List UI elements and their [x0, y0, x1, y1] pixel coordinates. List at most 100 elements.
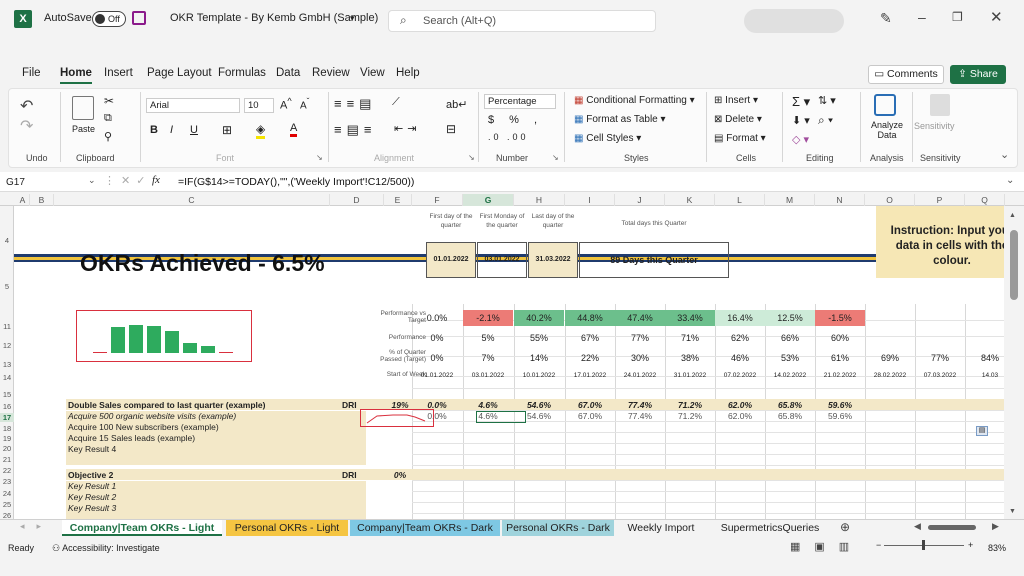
- comments-button[interactable]: ▭ Comments: [868, 65, 944, 84]
- zoom-level[interactable]: 83%: [988, 543, 1006, 553]
- kr1-value-cell[interactable]: 62.0%: [715, 410, 765, 422]
- menu-file[interactable]: File: [22, 67, 41, 79]
- objective2-label[interactable]: Objective 2: [68, 470, 113, 480]
- objective1-label[interactable]: Double Sales compared to last quarter (e…: [68, 400, 265, 410]
- fill-icon[interactable]: ⬇ ▾: [792, 114, 810, 127]
- tab-personal-light[interactable]: Personal OKRs - Light: [226, 520, 348, 536]
- horizontal-scroll-thumb[interactable]: [928, 525, 976, 530]
- cancel-enter-icons[interactable]: ⋮✕✓: [104, 174, 151, 187]
- insert-function-icon[interactable]: fx: [152, 174, 160, 186]
- start-week-cell[interactable]: 03.01.2022: [463, 370, 513, 382]
- autosum-icon[interactable]: Σ ▾: [792, 94, 810, 110]
- format-as-table-button[interactable]: ▦ Format as Table ▾: [574, 114, 666, 125]
- fill-color-icon[interactable]: ◈: [256, 122, 266, 139]
- pen-icon[interactable]: ✎: [880, 10, 892, 27]
- collapse-ribbon-icon[interactable]: ⌄: [1000, 148, 1009, 161]
- sensitivity-icon[interactable]: [930, 94, 950, 116]
- column-header-E[interactable]: E: [384, 194, 412, 206]
- tab-company-team-dark[interactable]: Company|Team OKRs - Dark: [350, 520, 500, 536]
- selected-cell-g17[interactable]: [476, 411, 526, 423]
- column-header-P[interactable]: P: [915, 194, 965, 206]
- merge-center-icon[interactable]: ⊟: [446, 122, 456, 136]
- expand-formula-icon[interactable]: ⌄: [1006, 175, 1014, 186]
- kr1-value-cell[interactable]: 65.8%: [765, 410, 815, 422]
- font-size-select[interactable]: 10: [244, 98, 274, 113]
- start-week-cell[interactable]: 07.02.2022: [715, 370, 765, 382]
- number-format-select[interactable]: Percentage: [484, 94, 556, 109]
- perf-vs-target-cell[interactable]: 0.0%: [412, 310, 462, 326]
- pct-quarter-cell[interactable]: 84%: [965, 352, 1004, 364]
- delete-cells-button[interactable]: ⊠ Delete ▾: [714, 114, 762, 125]
- start-week-cell[interactable]: 21.02.2022: [815, 370, 865, 382]
- autofill-options-icon[interactable]: ▤: [976, 426, 988, 436]
- zoom-slider-thumb[interactable]: [922, 540, 925, 550]
- kr3-label[interactable]: Acquire 15 Sales leads (example): [68, 433, 195, 443]
- row-header-20[interactable]: 20: [0, 444, 14, 453]
- sort-filter-icon[interactable]: ⇅ ▾: [818, 94, 836, 107]
- row-header-19[interactable]: 19: [0, 434, 14, 443]
- performance-cell[interactable]: 55%: [514, 332, 564, 344]
- zoom-in-icon[interactable]: +: [968, 540, 973, 550]
- kr1-value-cell[interactable]: 67.0%: [565, 410, 615, 422]
- formula-input[interactable]: =IF(G$14>=TODAY(),"",('Weekly Import'!C1…: [178, 174, 414, 191]
- tab-weekly-import[interactable]: Weekly Import: [618, 520, 704, 536]
- row-header-25[interactable]: 25: [0, 500, 14, 509]
- tab-company-team-light[interactable]: Company|Team OKRs - Light: [62, 520, 222, 536]
- start-week-cell[interactable]: 14.03: [965, 370, 1004, 382]
- name-box[interactable]: G17: [6, 174, 86, 191]
- start-week-cell[interactable]: 24.01.2022: [615, 370, 665, 382]
- column-header-D[interactable]: D: [330, 194, 384, 206]
- column-header-M[interactable]: M: [765, 194, 815, 206]
- autosave-toggle[interactable]: Off: [92, 11, 126, 27]
- kr1-value-cell[interactable]: 59.6%: [815, 410, 865, 422]
- font-name-select[interactable]: Arial: [146, 98, 240, 113]
- kr2-1-label[interactable]: Key Result 1: [68, 481, 116, 491]
- pct-quarter-cell[interactable]: 14%: [514, 352, 564, 364]
- column-header-A[interactable]: A: [16, 194, 30, 206]
- start-week-cell[interactable]: 31.01.2022: [665, 370, 715, 382]
- pct-quarter-cell[interactable]: 77%: [915, 352, 965, 364]
- performance-cell[interactable]: 0%: [412, 332, 462, 344]
- tab-personal-dark[interactable]: Personal OKRs - Dark: [502, 520, 614, 536]
- perf-vs-target-cell[interactable]: 16.4%: [715, 310, 765, 326]
- format-cells-button[interactable]: ▤ Format ▾: [714, 133, 766, 144]
- conditional-formatting-button[interactable]: ▦ Conditional Formatting ▾: [574, 95, 695, 106]
- row-header-12[interactable]: 12: [0, 341, 14, 350]
- font-dialog-icon[interactable]: ↘: [316, 153, 323, 162]
- performance-cell[interactable]: 66%: [765, 332, 815, 344]
- vertical-align-icons[interactable]: ≡≡▤: [334, 96, 376, 112]
- restore-icon[interactable]: ❐: [952, 10, 963, 24]
- h-scroll-left-icon[interactable]: ◀: [914, 521, 921, 532]
- kr1-value-cell[interactable]: 71.2%: [665, 410, 715, 422]
- copy-icon[interactable]: ⧉: [104, 112, 112, 125]
- font-color-icon[interactable]: A: [290, 122, 298, 137]
- title-chevron-down-icon[interactable]: ▾: [350, 13, 355, 24]
- kr4-label[interactable]: Key Result 4: [68, 444, 116, 454]
- cell-styles-button[interactable]: ▦ Cell Styles ▾: [574, 133, 641, 144]
- column-header-B[interactable]: B: [30, 194, 54, 206]
- horizontal-align-icons[interactable]: ≡▤≡: [334, 122, 376, 138]
- clear-icon[interactable]: ◇ ▾: [792, 133, 809, 146]
- start-week-cell[interactable]: 14.02.2022: [765, 370, 815, 382]
- start-week-cell[interactable]: 07.03.2022: [915, 370, 965, 382]
- row-header-15[interactable]: 15: [0, 390, 14, 399]
- search-input[interactable]: Search (Alt+Q): [388, 10, 656, 32]
- row-header-22[interactable]: 22: [0, 466, 14, 475]
- kr2-label[interactable]: Acquire 100 New subscribers (example): [68, 422, 219, 432]
- performance-cell[interactable]: 62%: [715, 332, 765, 344]
- worksheet-grid[interactable]: OKRs Achieved - 6.5% First day of the qu…: [14, 206, 1004, 519]
- row-header-11[interactable]: 11: [0, 322, 14, 331]
- performance-cell[interactable]: 60%: [815, 332, 865, 344]
- view-mode-icons[interactable]: ▦▣▥: [790, 540, 863, 553]
- underline-icon[interactable]: U: [190, 124, 198, 136]
- perf-vs-target-cell[interactable]: 33.4%: [665, 310, 715, 326]
- first-monday-cell[interactable]: 03.01.2022: [477, 242, 527, 278]
- performance-cell[interactable]: 77%: [615, 332, 665, 344]
- performance-cell[interactable]: 71%: [665, 332, 715, 344]
- pct-quarter-cell[interactable]: 22%: [565, 352, 615, 364]
- column-header-G[interactable]: G: [463, 194, 514, 206]
- row-header-23[interactable]: 23: [0, 477, 14, 486]
- column-header-C[interactable]: C: [54, 194, 330, 206]
- pct-quarter-cell[interactable]: 38%: [665, 352, 715, 364]
- kr2-3-label[interactable]: Key Result 3: [68, 503, 116, 513]
